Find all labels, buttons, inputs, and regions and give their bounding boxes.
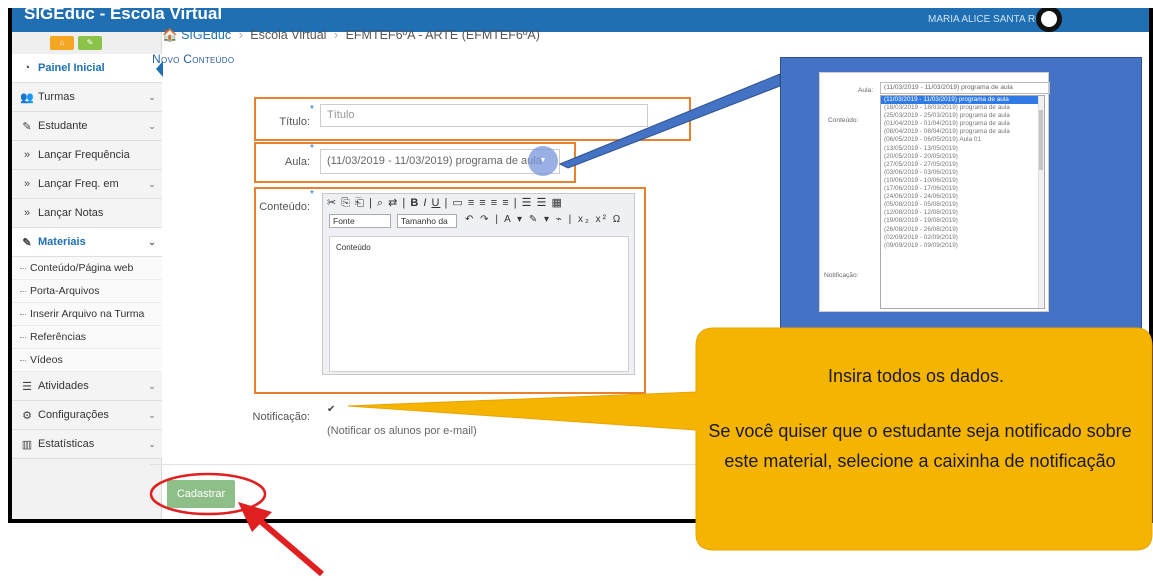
zoom-option[interactable]: (27/05/2019 - 27/05/2019) <box>881 161 1044 169</box>
sidebar-item-atividades[interactable]: ☰ Atividades ⌄ <box>12 372 162 401</box>
chevron-down-icon: ⌄ <box>148 91 156 102</box>
breadcrumb-home-link[interactable]: SIGEduc <box>181 28 231 42</box>
zoom-option[interactable]: (12/08/2019 - 12/08/2019) <box>881 209 1044 217</box>
zoom-list-scrollbar[interactable] <box>1038 96 1044 308</box>
home-shortcut-button[interactable]: ⌂ <box>50 36 74 50</box>
notificacao-checkbox[interactable]: ✔ <box>327 404 335 415</box>
chevron-down-icon: ⌄ <box>148 409 156 420</box>
sidebar-item-label: Estatísticas <box>38 438 95 450</box>
breadcrumb-level1[interactable]: Escola Virtual <box>250 28 326 42</box>
home-icon: 🏠 <box>162 28 178 42</box>
bar-chart-icon: ▥ <box>21 438 33 451</box>
zoom-option[interactable]: (19/08/2019 - 19/08/2019) <box>881 217 1044 225</box>
sidebar-item-lancar-notas[interactable]: » Lançar Notas <box>12 199 162 228</box>
zoom-option[interactable]: (01/04/2019 - 01/04/2019) programa de au… <box>881 120 1044 128</box>
edit-icon: ✎ <box>22 236 32 249</box>
zoom-option[interactable]: (06/05/2019 - 06/05/2019) Aula 01 <box>881 136 1044 144</box>
zoom-option[interactable]: (03/06/2019 - 03/06/2019) <box>881 169 1044 177</box>
zoom-option[interactable]: (25/03/2019 - 25/03/2019) programa de au… <box>881 112 1044 120</box>
page-title: Novo Conteúdo <box>152 52 235 66</box>
sidebar-item-estudante[interactable]: ✎ Estudante ⌄ <box>12 112 162 141</box>
sidebar-item-turmas[interactable]: 👥 Turmas ⌄ <box>12 83 162 112</box>
zoom-option[interactable]: (02/09/2019 - 02/09/2019) <box>881 234 1044 242</box>
sidebar-item-label: Lançar Freq. em <box>38 178 119 190</box>
chevron-down-icon: ⌄ <box>148 236 156 247</box>
sidebar-item-materiais[interactable]: ✎ Materiais ⌄ <box>12 228 162 257</box>
sidebar-subitem-porta-arquivos[interactable]: Porta-Arquivos <box>12 280 162 303</box>
sidebar-item-label: Turmas <box>38 91 75 103</box>
sidebar: ⌂ ✎ ◔ Painel Inicial 👥 Turmas ⌄ ✎ Estuda… <box>12 32 163 519</box>
sidebar-item-configuracoes[interactable]: ⚙ Configurações ⌄ <box>12 401 162 430</box>
breadcrumb-separator: › <box>238 28 243 42</box>
notificacao-description: (Notificar os alunos por e-mail) <box>327 425 477 437</box>
highlight-box-aula <box>254 142 576 183</box>
zoom-option[interactable]: (08/04/2019 - 08/04/2019) programa de au… <box>881 128 1044 136</box>
zoom-option[interactable]: (26/08/2019 - 26/08/2019) <box>881 226 1044 234</box>
sidebar-item-painel-inicial[interactable]: ◔ Painel Inicial <box>12 54 163 83</box>
sidebar-subitem-inserir-arquivo[interactable]: Inserir Arquivo na Turma <box>12 303 162 326</box>
zoom-option[interactable]: (11/03/2019 - 11/03/2019) programa de au… <box>881 96 1044 105</box>
sidebar-shortcuts: ⌂ ✎ <box>12 32 161 54</box>
chevron-down-icon: ⌄ <box>148 120 156 131</box>
sidebar-subitem-referencias[interactable]: Referências <box>12 326 162 349</box>
zoom-option[interactable]: (18/03/2019 - 18/03/2019) programa de au… <box>881 104 1044 112</box>
sidebar-item-lancar-freq-em[interactable]: » Lançar Freq. em ⌄ <box>12 170 162 199</box>
double-chevron-icon: » <box>23 178 31 190</box>
bubble-instruction-line2: Se você quiser que o estudante seja noti… <box>708 421 1132 471</box>
user-avatar[interactable] <box>1036 8 1062 32</box>
cadastrar-button[interactable]: Cadastrar <box>167 480 235 508</box>
zoom-aula-options-list: (11/03/2019 - 11/03/2019) programa de au… <box>880 95 1045 309</box>
breadcrumb-separator: › <box>333 28 339 42</box>
bubble-instruction-line1: Insira todos os dados. <box>827 366 1005 386</box>
app-title[interactable]: SIGEduc - Escola Virtual <box>24 8 222 24</box>
breadcrumb: 🏠 SIGEduc › Escola Virtual › EFMTEF6ºA -… <box>162 28 540 43</box>
zoom-option[interactable]: (09/09/2019 - 09/09/2019) <box>881 242 1044 250</box>
gears-icon: ⚙ <box>22 409 32 422</box>
double-chevron-icon: » <box>23 207 31 219</box>
zoom-option[interactable]: (17/06/2019 - 17/06/2019) <box>881 185 1044 193</box>
tutorial-screenshot: SIGEduc - Escola Virtual MARIA ALICE SAN… <box>0 0 1153 581</box>
zoom-option[interactable]: (24/06/2019 - 24/06/2019) <box>881 193 1044 201</box>
dropdown-zoom-callout: Aula: (11/03/2019 - 11/03/2019) programa… <box>780 57 1142 329</box>
notificacao-label: Notificação: <box>252 411 310 423</box>
sidebar-subitem-videos[interactable]: Vídeos <box>12 349 162 372</box>
chevron-down-icon: ⌄ <box>148 380 156 391</box>
home-icon: ⌂ <box>59 38 65 47</box>
sidebar-subitem-conteudo[interactable]: Conteúdo/Página web <box>12 257 162 280</box>
dropdown-zoom-panel: Aula: (11/03/2019 - 11/03/2019) programa… <box>819 72 1050 312</box>
zoom-option[interactable]: (20/05/2019 - 20/05/2019) <box>881 153 1044 161</box>
sidebar-item-label: Estudante <box>38 120 88 132</box>
red-arrow-shaft <box>256 516 324 577</box>
sidebar-item-estatisticas[interactable]: ▥ Estatísticas ⌄ <box>12 430 162 459</box>
zoom-option[interactable]: (10/06/2019 - 10/06/2019) <box>881 177 1044 185</box>
edit-shortcut-button[interactable]: ✎ <box>78 36 102 50</box>
sidebar-item-lancar-frequencia[interactable]: » Lançar Frequência <box>12 141 162 170</box>
zoom-option[interactable]: (13/05/2019 - 13/05/2019) <box>881 145 1044 153</box>
double-chevron-icon: » <box>23 149 31 161</box>
zoom-conteudo-label: Conteúdo: <box>828 117 859 124</box>
sidebar-item-label: Atividades <box>38 380 89 392</box>
chevron-down-icon: ⌄ <box>148 178 156 189</box>
sidebar-item-label: Lançar Frequência <box>38 149 130 161</box>
breadcrumb-level2: EFMTEF6ºA - ARTE (EFMTEF6ºA) <box>345 28 540 42</box>
edit-icon: ✎ <box>22 120 32 133</box>
sidebar-item-label: Painel Inicial <box>38 62 105 74</box>
sidebar-item-label: Lançar Notas <box>38 207 104 219</box>
chevron-down-icon: ⌄ <box>148 438 156 449</box>
zoom-aula-label: Aula: <box>858 87 874 94</box>
highlight-box-titulo <box>254 97 691 141</box>
sidebar-item-label: Configurações <box>38 409 109 421</box>
users-icon: 👥 <box>20 91 34 104</box>
list-icon: ☰ <box>22 380 32 393</box>
zoom-scroll-thumb[interactable] <box>1039 110 1043 170</box>
highlight-box-conteudo <box>254 187 646 394</box>
sidebar-item-label: Materiais <box>38 236 86 248</box>
dashboard-icon: ◔ <box>23 62 31 74</box>
pencil-icon: ✎ <box>86 38 94 47</box>
zoom-option[interactable]: (05/08/2019 - 05/08/2019) <box>881 201 1044 209</box>
zoom-aula-select: (11/03/2019 - 11/03/2019) programa de au… <box>880 82 1050 94</box>
zoom-notificacao-label: Notificação: <box>824 272 859 279</box>
